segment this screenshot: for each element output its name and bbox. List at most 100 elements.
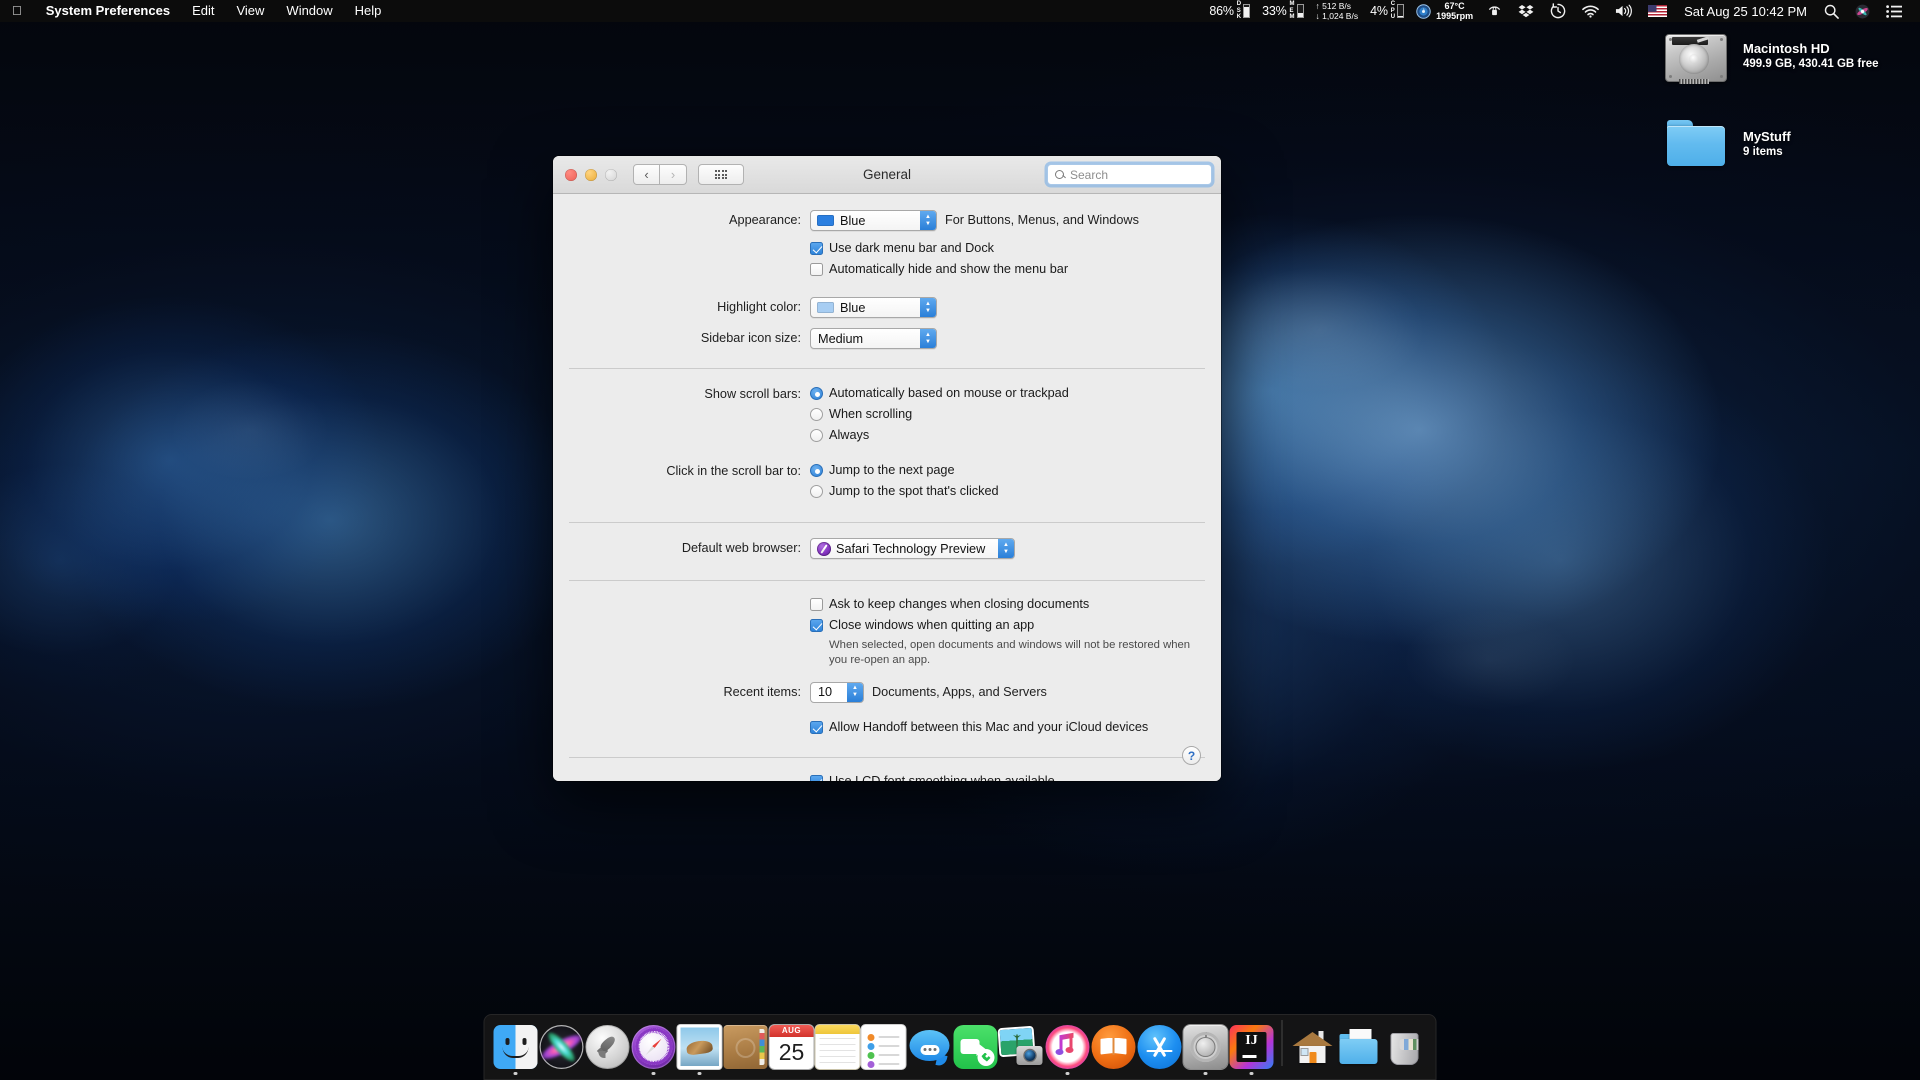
status-memory-usage[interactable]: 33% M E M [1256, 0, 1309, 22]
show-scroll-bars-label: Show scroll bars: [573, 384, 810, 405]
system-preferences-window[interactable]: ‹ › General Search Appearance: Blue ▲▼ [553, 156, 1221, 781]
show-all-button[interactable] [698, 164, 744, 185]
back-button[interactable]: ‹ [633, 164, 660, 185]
calendar-icon: AUG 25 [770, 1025, 814, 1069]
dock-item-finder[interactable] [493, 1015, 539, 1077]
close-windows-quitting-checkbox[interactable] [810, 619, 823, 632]
apple-logo-icon[interactable]:  [0, 0, 35, 22]
dock-item-launchpad[interactable] [585, 1015, 631, 1077]
menu-item-edit[interactable]: Edit [181, 0, 225, 22]
zoom-button[interactable] [605, 169, 617, 181]
volume-icon[interactable] [1607, 4, 1640, 18]
dock-item-intellij-idea[interactable]: IJ [1229, 1015, 1275, 1077]
safari-icon [632, 1025, 676, 1069]
status-cpu-usage[interactable]: 4% C P U [1364, 0, 1410, 22]
dock-item-reminders[interactable] [861, 1015, 907, 1077]
scroll-click-spot-radio[interactable] [810, 485, 823, 498]
status-disk-usage[interactable]: 86% D S K [1203, 0, 1256, 22]
desktop-icon-mystuff[interactable]: MyStuff 9 items [1663, 118, 1791, 170]
menu-item-help[interactable]: Help [344, 0, 393, 22]
dock-item-itunes[interactable] [1045, 1015, 1091, 1077]
default-browser-popup[interactable]: Safari Technology Preview ▲▼ [810, 538, 1015, 559]
scrollbar-option-always-radio[interactable] [810, 429, 823, 442]
system-preferences-gear-icon [1184, 1025, 1228, 1069]
highlight-color-popup[interactable]: Blue ▲▼ [810, 297, 937, 318]
dock-item-notes[interactable] [815, 1015, 861, 1077]
forward-button[interactable]: › [660, 164, 687, 185]
font-smoothing-checkbox-row[interactable]: Use LCD font smoothing when available [810, 772, 1201, 782]
dark-menubar-checkbox[interactable] [810, 242, 823, 255]
input-source-flag-icon[interactable] [1640, 5, 1675, 17]
spotlight-search-icon[interactable] [1816, 4, 1847, 19]
dock-item-ibooks[interactable] [1091, 1015, 1137, 1077]
sidebar-icon-size-popup[interactable]: Medium ▲▼ [810, 328, 937, 349]
dark-menubar-checkbox-row[interactable]: Use dark menu bar and Dock [810, 239, 1201, 258]
time-machine-icon[interactable] [1542, 3, 1574, 19]
ask-keep-changes-checkbox[interactable] [810, 598, 823, 611]
dropbox-icon[interactable] [1510, 4, 1542, 18]
auto-hide-menubar-checkbox-row[interactable]: Automatically hide and show the menu bar [810, 260, 1201, 279]
scroll-click-spot-row[interactable]: Jump to the spot that's clicked [810, 482, 1201, 501]
ask-keep-changes-row[interactable]: Ask to keep changes when closing documen… [810, 595, 1201, 614]
menu-item-system-preferences[interactable]: System Preferences [35, 0, 181, 22]
dock-item-app-store[interactable] [1137, 1015, 1183, 1077]
wifi-icon[interactable] [1574, 5, 1607, 18]
dock-item-system-preferences[interactable] [1183, 1015, 1229, 1077]
status-temperature-fan[interactable]: 67°C 1995rpm [1410, 0, 1479, 22]
menu-bar-clock[interactable]: Sat Aug 25 10:42 PM [1675, 4, 1816, 19]
scroll-click-next-page-row[interactable]: Jump to the next page [810, 461, 1201, 480]
fan-rpm-label: 1995rpm [1436, 11, 1473, 22]
dock-item-photos[interactable] [999, 1015, 1045, 1077]
divider [569, 580, 1205, 581]
handoff-label: Allow Handoff between this Mac and your … [829, 718, 1148, 737]
recent-items-row: Recent items: 10 ▲▼ Documents, Apps, and… [573, 682, 1201, 703]
dock-item-trash[interactable] [1382, 1015, 1428, 1077]
dock-item-messages[interactable] [907, 1015, 953, 1077]
chevron-updown-icon: ▲▼ [920, 298, 936, 317]
notification-center-icon[interactable] [1878, 5, 1910, 18]
siri-menu-icon[interactable] [1847, 4, 1878, 19]
dock-item-mail[interactable] [677, 1015, 723, 1077]
scrollbar-option-auto-row[interactable]: Automatically based on mouse or trackpad [810, 384, 1201, 403]
scrollbar-option-auto-radio[interactable] [810, 387, 823, 400]
desktop-icon-macintosh-hd[interactable]: Macintosh HD 499.9 GB, 430.41 GB free [1663, 30, 1879, 86]
dock-item-contacts[interactable] [723, 1015, 769, 1077]
dock-item-facetime[interactable] [953, 1015, 999, 1077]
help-button[interactable]: ? [1182, 746, 1201, 765]
auto-hide-menubar-checkbox[interactable] [810, 263, 823, 276]
disk-icon: D S K [1237, 1, 1241, 21]
messages-icon [908, 1025, 952, 1069]
sidebar-icon-size-label: Sidebar icon size: [573, 328, 810, 349]
show-scroll-bars-row: Show scroll bars: Automatically based on… [573, 384, 1201, 447]
status-network-throughput[interactable]: ↑ 512 B/s ↓ 1,024 B/s [1310, 0, 1365, 22]
vpn-lock-icon[interactable] [1479, 4, 1510, 18]
menu-item-window[interactable]: Window [275, 0, 343, 22]
font-smoothing-checkbox[interactable] [810, 775, 823, 782]
dock-item-downloads-folder[interactable] [1336, 1015, 1382, 1077]
dock-item-home-folder[interactable] [1290, 1015, 1336, 1077]
recent-items-stepper[interactable]: 10 ▲▼ [810, 682, 864, 703]
auto-hide-menubar-label: Automatically hide and show the menu bar [829, 260, 1068, 279]
dock-item-safari[interactable] [631, 1015, 677, 1077]
window-title-bar[interactable]: ‹ › General Search [553, 156, 1221, 194]
dock-item-siri[interactable] [539, 1015, 585, 1077]
scrollbar-option-when-scrolling-radio[interactable] [810, 408, 823, 421]
scroll-click-next-page-radio[interactable] [810, 464, 823, 477]
search-icon [1055, 170, 1064, 179]
close-windows-quitting-row[interactable]: Close windows when quitting an app [810, 616, 1201, 635]
search-field-wrapper[interactable]: Search [1047, 164, 1212, 185]
temperature-label: 67°C [1436, 1, 1473, 12]
default-browser-value: Safari Technology Preview [836, 542, 993, 556]
handoff-checkbox-row[interactable]: Allow Handoff between this Mac and your … [810, 718, 1201, 737]
minimize-button[interactable] [585, 169, 597, 181]
scrollbar-option-when-scrolling-row[interactable]: When scrolling [810, 405, 1201, 424]
menu-bar-status-area: 86% D S K 33% M E M ↑ 512 B/s ↓ 1,024 B/… [1203, 0, 1920, 22]
scrollbar-option-always-row[interactable]: Always [810, 426, 1201, 445]
handoff-checkbox[interactable] [810, 721, 823, 734]
search-input[interactable]: Search [1047, 164, 1212, 185]
dock-item-calendar[interactable]: AUG 25 [769, 1015, 815, 1077]
appearance-popup[interactable]: Blue ▲▼ [810, 210, 937, 231]
close-button[interactable] [565, 169, 577, 181]
close-windows-help-text: When selected, open documents and window… [829, 638, 1201, 668]
menu-item-view[interactable]: View [225, 0, 275, 22]
